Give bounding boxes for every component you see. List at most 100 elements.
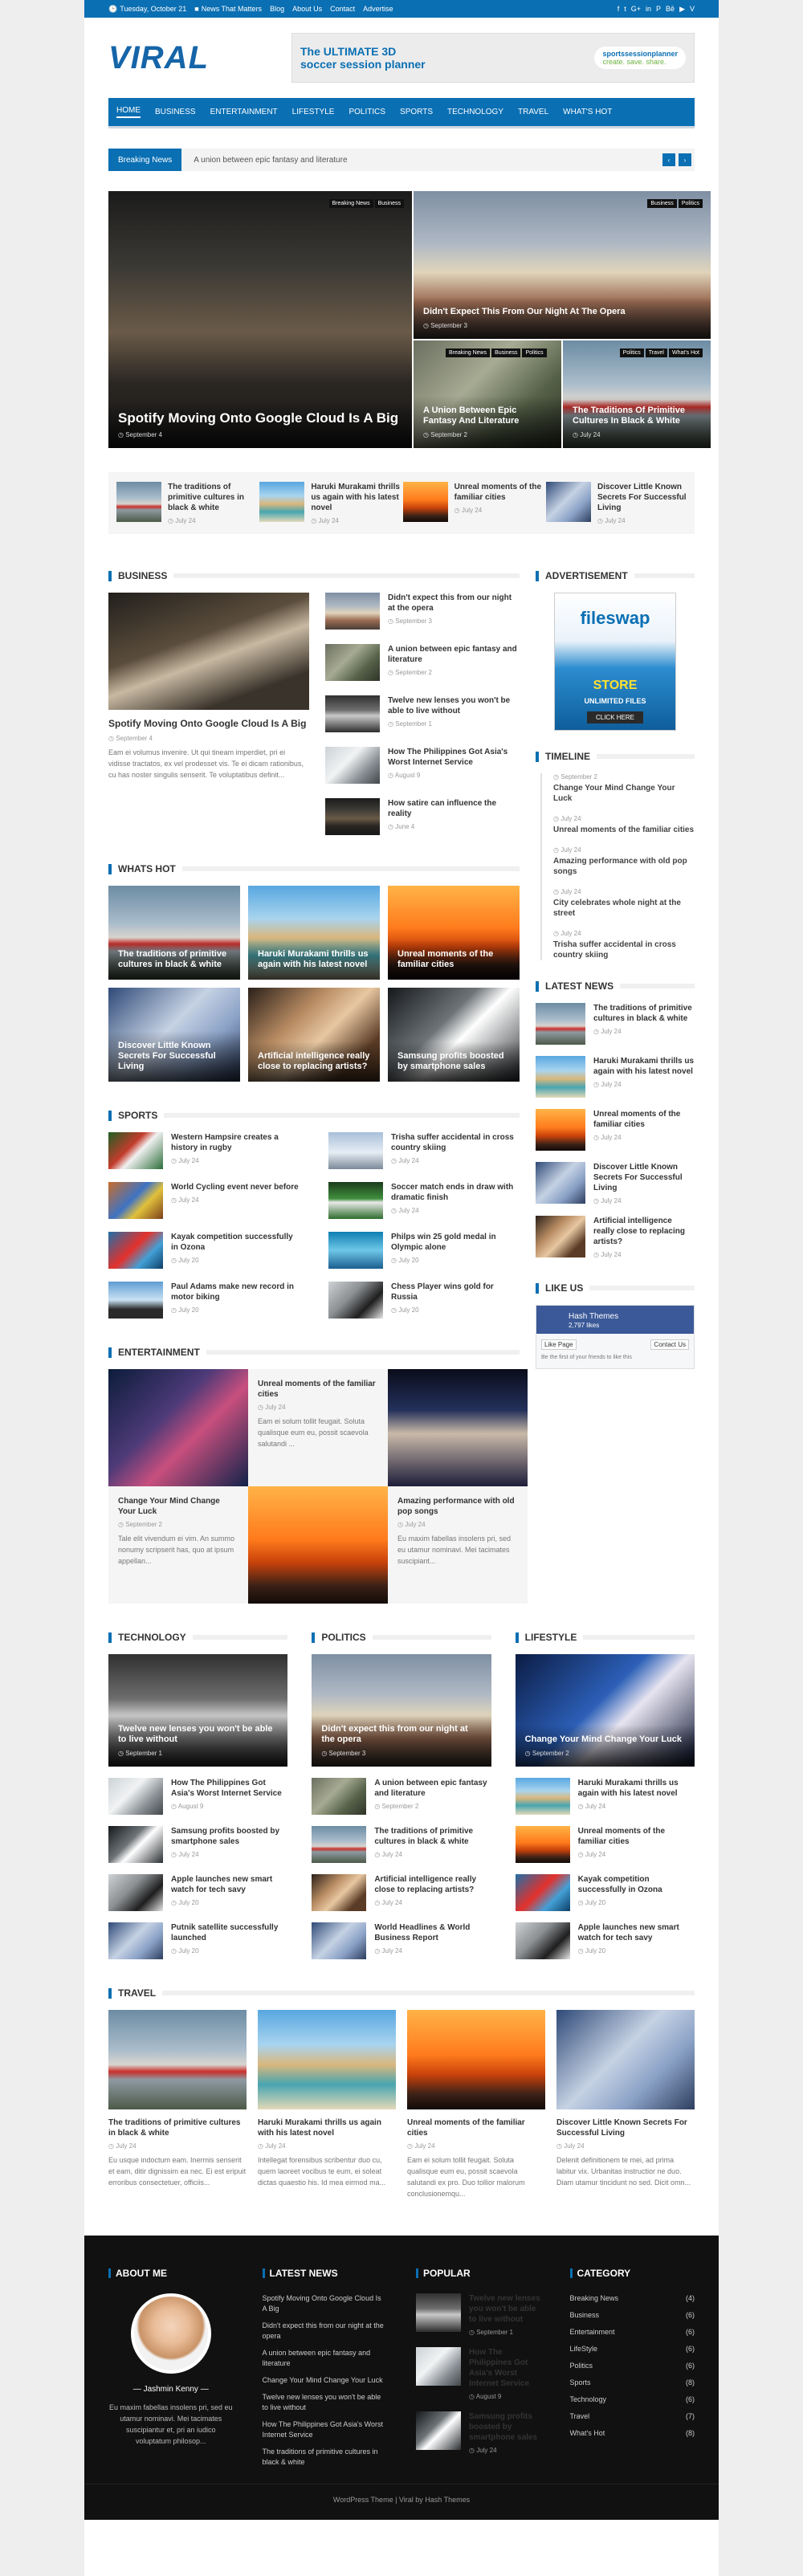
strip-item[interactable]: The traditions of primitive cultures in … [116, 482, 257, 524]
strip-title[interactable]: The traditions of primitive cultures in … [168, 482, 257, 513]
ticker-next-icon[interactable]: › [679, 153, 691, 166]
nav-business[interactable]: BUSINESS [155, 108, 196, 116]
nav-technology[interactable]: TECHNOLOGY [447, 108, 503, 116]
post-thumb[interactable] [325, 593, 380, 630]
post-title[interactable]: Didn't Expect This From Our Night At The… [423, 307, 701, 317]
post-title[interactable]: Spotify Moving Onto Google Cloud Is A Bi… [108, 718, 309, 730]
post-title[interactable]: Change Your Mind Change Your Luck [118, 1496, 238, 1517]
post-title[interactable]: Unreal moments of the familiar cities [258, 1379, 378, 1400]
post-title[interactable]: Artificial intelligence really close to … [593, 1216, 695, 1247]
top-link-about[interactable]: About Us [292, 5, 322, 13]
fb-like-button[interactable]: Like Page [541, 1339, 577, 1350]
post-thumb[interactable] [325, 695, 380, 732]
post-thumb[interactable] [536, 1162, 585, 1204]
post-title[interactable]: Haruki Murakami thrills us again with hi… [258, 949, 370, 970]
footer-link[interactable]: Change Your Mind Change Your Luck [263, 2375, 388, 2386]
section-title[interactable]: BUSINESS [118, 570, 167, 581]
tag[interactable]: Politics [678, 199, 703, 208]
strip-item[interactable]: Discover Little Known Secrets For Succes… [545, 482, 687, 524]
post-title[interactable]: Haruki Murakami thrills us again with hi… [593, 1056, 695, 1077]
category-item[interactable]: Travel (7) [570, 2411, 695, 2422]
post-title[interactable]: World Headlines & World Business Report [374, 1922, 491, 1943]
featured-post[interactable]: Twelve new lenses you won't be able to l… [108, 1654, 288, 1767]
tag[interactable]: Politics [619, 348, 644, 357]
post-title[interactable]: Spotify Moving Onto Google Cloud Is A Bi… [118, 410, 402, 426]
top-link-contact[interactable]: Contact [330, 5, 355, 13]
category-item[interactable]: Entertainment (6) [570, 2327, 695, 2338]
fb-contact-button[interactable]: Contact Us [650, 1339, 689, 1350]
grid-post[interactable]: Samsung profits boosted by smartphone sa… [388, 988, 520, 1082]
post-thumb[interactable] [515, 1874, 570, 1911]
post-title[interactable]: Change Your Mind Change Your Luck [553, 783, 695, 804]
sidebar-ad[interactable]: fileswap STORE UNLIMITED FILES CLICK HERE [554, 593, 676, 731]
post-thumb[interactable] [515, 1826, 570, 1863]
category-item[interactable]: Business (6) [570, 2310, 695, 2321]
post-thumb[interactable] [108, 1182, 163, 1219]
tag[interactable]: Travel [645, 348, 667, 357]
strip-thumb[interactable] [402, 482, 448, 522]
vimeo-icon[interactable]: V [690, 5, 695, 14]
post-thumb[interactable] [536, 1056, 585, 1098]
post-title[interactable]: Paul Adams make new record in motor biki… [171, 1282, 300, 1302]
post-title[interactable]: Soccer match ends in draw with dramatic … [391, 1182, 520, 1203]
post-thumb[interactable] [328, 1282, 383, 1319]
post-title[interactable]: How The Philippines Got Asia's Worst Int… [171, 1778, 287, 1799]
post-thumb[interactable] [325, 747, 380, 784]
tag[interactable]: Business [374, 199, 404, 208]
behance-icon[interactable]: Bē [666, 5, 675, 14]
post-title[interactable]: Unreal moments of the familiar cities [593, 1109, 695, 1130]
post-thumb[interactable] [536, 1003, 585, 1045]
post-title[interactable]: Samsung profits boosted by smartphone sa… [397, 1051, 510, 1072]
hero-post-3[interactable]: Breaking News Business Politics A Union Be… [414, 340, 561, 448]
post-title[interactable]: A union between epic fantasy and literat… [374, 1778, 491, 1799]
header-ad-banner[interactable]: The ULTIMATE 3D soccer session planner sp… [291, 33, 695, 83]
post-thumb[interactable] [515, 1922, 570, 1959]
grid-post[interactable]: Discover Little Known Secrets For Succes… [108, 988, 240, 1082]
post-title[interactable]: Discover Little Known Secrets For Succes… [556, 2117, 695, 2138]
post-thumb[interactable] [108, 1874, 163, 1911]
post-title[interactable]: Didn't expect this from our night at the… [321, 1724, 481, 1745]
post-title[interactable]: World Cycling event never before [171, 1182, 299, 1192]
category-item[interactable]: Politics (6) [570, 2361, 695, 2371]
strip-item[interactable]: Haruki Murakami thrills us again with hi… [259, 482, 400, 524]
post-thumb[interactable] [108, 1282, 163, 1319]
post-thumb[interactable] [328, 1232, 383, 1269]
post-title[interactable]: Haruki Murakami thrills us again with hi… [258, 2117, 396, 2138]
footer-link[interactable]: Twelve new lenses you won't be able to l… [263, 2392, 388, 2413]
facebook-widget[interactable]: Hash Themes 2,797 likes Like Page Contact … [536, 1305, 695, 1369]
post-title[interactable]: Twelve new lenses you won't be able to l… [118, 1724, 278, 1745]
post-thumb[interactable] [108, 1232, 163, 1269]
tag[interactable]: Breaking News [446, 348, 491, 357]
nav-whats-hot[interactable]: WHAT'S HOT [563, 108, 612, 116]
post-title[interactable]: Discover Little Known Secrets For Succes… [118, 1041, 230, 1072]
section-title[interactable]: WHATS HOT [118, 863, 176, 874]
post-thumb[interactable] [312, 1874, 367, 1911]
strip-thumb[interactable] [545, 482, 591, 522]
post-thumb[interactable] [312, 1778, 367, 1815]
category-item[interactable]: Sports (8) [570, 2378, 695, 2388]
category-name[interactable]: Sports [570, 2378, 591, 2388]
post-title[interactable]: The traditions of primitive cultures in … [593, 1003, 695, 1024]
tag[interactable]: Politics [522, 348, 547, 357]
post-title[interactable]: Discover Little Known Secrets For Succes… [593, 1162, 695, 1193]
featured-post[interactable]: Change Your Mind Change Your Luck ◷ Septe… [515, 1654, 695, 1767]
post-thumb[interactable] [108, 1778, 163, 1815]
post-title[interactable]: Kayak competition successfully in Ozona [171, 1232, 300, 1253]
post-thumb[interactable] [536, 1109, 585, 1151]
post-title[interactable]: The Traditions Of Primitive Cultures In … [573, 406, 701, 426]
post-thumb[interactable] [328, 1132, 383, 1169]
post-title[interactable]: Putnik satellite successfully launched [171, 1922, 287, 1943]
post-title[interactable]: The traditions of primitive cultures in … [118, 949, 230, 970]
post-title[interactable]: How satire can influence the reality [388, 798, 520, 819]
business-featured-image[interactable] [108, 593, 309, 710]
strip-thumb[interactable] [259, 482, 305, 522]
post-title[interactable]: The traditions of primitive cultures in … [108, 2117, 247, 2138]
post-title[interactable]: City celebrates whole night at the stree… [553, 898, 695, 919]
post-thumb[interactable] [108, 1132, 163, 1169]
post-title[interactable]: Twelve new lenses you won't be able to l… [388, 695, 520, 716]
footer-link[interactable]: Didn't expect this from our night at the… [263, 2321, 388, 2342]
post-thumb[interactable] [556, 2010, 695, 2109]
category-name[interactable]: Breaking News [570, 2293, 619, 2304]
post-title[interactable]: Unreal moments of the familiar cities [407, 2117, 545, 2138]
section-title[interactable]: LIFESTYLE [525, 1632, 577, 1643]
